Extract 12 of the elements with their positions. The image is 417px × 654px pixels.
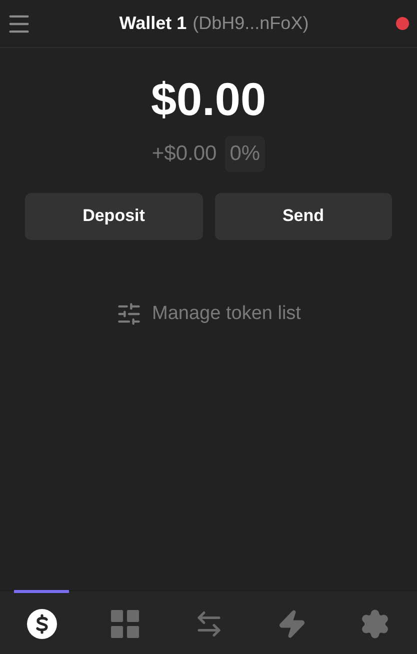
action-button[interactable]: Send (214, 192, 392, 240)
balance-change: +$0.00 (152, 141, 217, 167)
lightning-icon (276, 608, 307, 638)
manage-token-list-link[interactable]: Manage token list (116, 300, 301, 328)
balance-amount: $0.00 (150, 76, 266, 122)
action-button[interactable]: Deposit (25, 192, 202, 240)
sliders-icon (116, 300, 142, 327)
wallet-name: Wallet 1 (119, 12, 187, 35)
dollar-coin-icon (26, 608, 58, 640)
grid-icon (111, 610, 140, 638)
change-percent-badge: 0% (224, 136, 266, 172)
wallet-address: (DbH9...nFoX) (192, 12, 309, 35)
